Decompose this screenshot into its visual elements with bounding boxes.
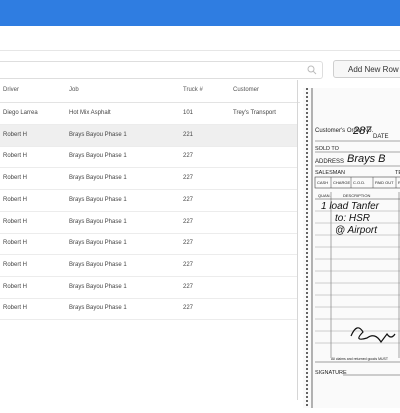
cell-customer[interactable]: Trey's Transport [233, 110, 276, 116]
ticket-cod-label: C.O.D. [353, 180, 365, 185]
cell-driver[interactable]: Robert H [3, 132, 27, 138]
table-row[interactable]: Robert H Brays Bayou Phase 1 227 [0, 255, 297, 277]
cell-truck[interactable]: 227 [183, 305, 193, 311]
cell-driver[interactable]: Robert H [3, 284, 27, 290]
ticket-address-value: Brays B [347, 153, 386, 165]
ticket-line-3: @ Airport [335, 225, 378, 236]
cell-truck[interactable]: 227 [183, 262, 193, 268]
table-row[interactable]: Robert H Brays Bayou Phase 1 227 [0, 298, 297, 321]
table-row[interactable]: Robert H Brays Bayou Phase 1 227 [0, 190, 297, 212]
ticket-date-label: DATE [373, 134, 389, 140]
column-header-customer[interactable]: Customer [233, 87, 259, 93]
cell-job[interactable]: Brays Bayou Phase 1 [69, 262, 127, 268]
add-new-row-button[interactable]: Add New Row [333, 60, 400, 78]
cell-truck[interactable]: 227 [183, 175, 193, 181]
cell-job[interactable]: Brays Bayou Phase 1 [69, 219, 127, 225]
cell-job[interactable]: Brays Bayou Phase 1 [69, 284, 127, 290]
ticket-description-label: DESCRIPTION [343, 193, 370, 198]
ticket-charge-label: CHARGE [333, 180, 350, 185]
cell-driver[interactable]: Robert H [3, 197, 27, 203]
ticket-signature-label: SIGNATURE [315, 370, 347, 376]
table-row[interactable]: Robert H Brays Bayou Phase 1 227 [0, 212, 297, 234]
table-row[interactable]: Diego Larrea Hot Mix Asphalt 101 Trey's Tra… [0, 103, 297, 125]
cell-driver[interactable]: Robert H [3, 240, 27, 246]
ticket-salesman-label: SALESMAN [315, 170, 345, 176]
table-row[interactable]: Robert H Brays Bayou Phase 1 227 [0, 146, 297, 169]
cell-truck[interactable]: 227 [183, 197, 193, 203]
ticket-paid-out-label: PAID OUT [375, 180, 394, 185]
cell-driver[interactable]: Robert H [3, 262, 27, 268]
ticket-address-label: ADDRESS [315, 159, 344, 165]
divider [0, 50, 400, 51]
cell-job[interactable]: Hot Mix Asphalt [69, 110, 111, 116]
table-row[interactable]: Robert H Brays Bayou Phase 1 227 [0, 277, 297, 299]
cell-truck[interactable]: 227 [183, 240, 193, 246]
ticket-line-1: 1 load Tanfer [321, 201, 380, 212]
column-header-truck[interactable]: Truck # [183, 87, 203, 93]
ticket-image: Customer's Order No. 287 DATE SOLD TO AD… [303, 88, 400, 408]
cell-job[interactable]: Brays Bayou Phase 1 [69, 305, 127, 311]
ticket-quan-label: QUAN. [318, 193, 331, 198]
cell-job[interactable]: Brays Bayou Phase 1 [69, 132, 127, 138]
cell-job[interactable]: Brays Bayou Phase 1 [69, 197, 127, 203]
cell-driver[interactable]: Robert H [3, 175, 27, 181]
cell-job[interactable]: Brays Bayou Phase 1 [69, 240, 127, 246]
ticket-te-label: TE [395, 170, 400, 176]
search-icon [307, 65, 317, 75]
search-input[interactable] [0, 61, 323, 79]
signature-mark [350, 327, 396, 344]
viewer-divider [297, 80, 298, 400]
table-row[interactable]: Robert H Brays Bayou Phase 1 221 [0, 124, 297, 147]
top-bar [0, 0, 400, 26]
ticket-order-number: 287 [352, 125, 372, 137]
column-header-driver[interactable]: Driver [3, 87, 19, 93]
cell-job[interactable]: Brays Bayou Phase 1 [69, 175, 127, 181]
table-row[interactable]: Robert H Brays Bayou Phase 1 227 [0, 233, 297, 256]
cell-truck[interactable]: 227 [183, 153, 193, 159]
column-header-job[interactable]: Job [69, 87, 79, 93]
cell-truck[interactable]: 227 [183, 219, 193, 225]
ticket-sold-to-label: SOLD TO [315, 146, 340, 152]
cell-driver[interactable]: Robert H [3, 153, 27, 159]
cell-job[interactable]: Brays Bayou Phase 1 [69, 153, 127, 159]
ticket-line-2: to: HSR [335, 213, 370, 224]
cell-truck[interactable]: 227 [183, 284, 193, 290]
cell-truck[interactable]: 221 [183, 132, 193, 138]
cell-driver[interactable]: Robert H [3, 305, 27, 311]
ticket-scan: Customer's Order No. 287 DATE SOLD TO AD… [306, 88, 400, 408]
table-row[interactable]: Robert H Brays Bayou Phase 1 227 [0, 168, 297, 191]
cell-driver[interactable]: Robert H [3, 219, 27, 225]
ticket-cash-label: CASH [317, 180, 328, 185]
grid-header: Driver Job Truck # Customer [0, 80, 300, 103]
cell-driver[interactable]: Diego Larrea [3, 110, 38, 116]
cell-truck[interactable]: 101 [183, 110, 193, 116]
ticket-claims-text: All claims and returned goods MUST [331, 357, 389, 361]
